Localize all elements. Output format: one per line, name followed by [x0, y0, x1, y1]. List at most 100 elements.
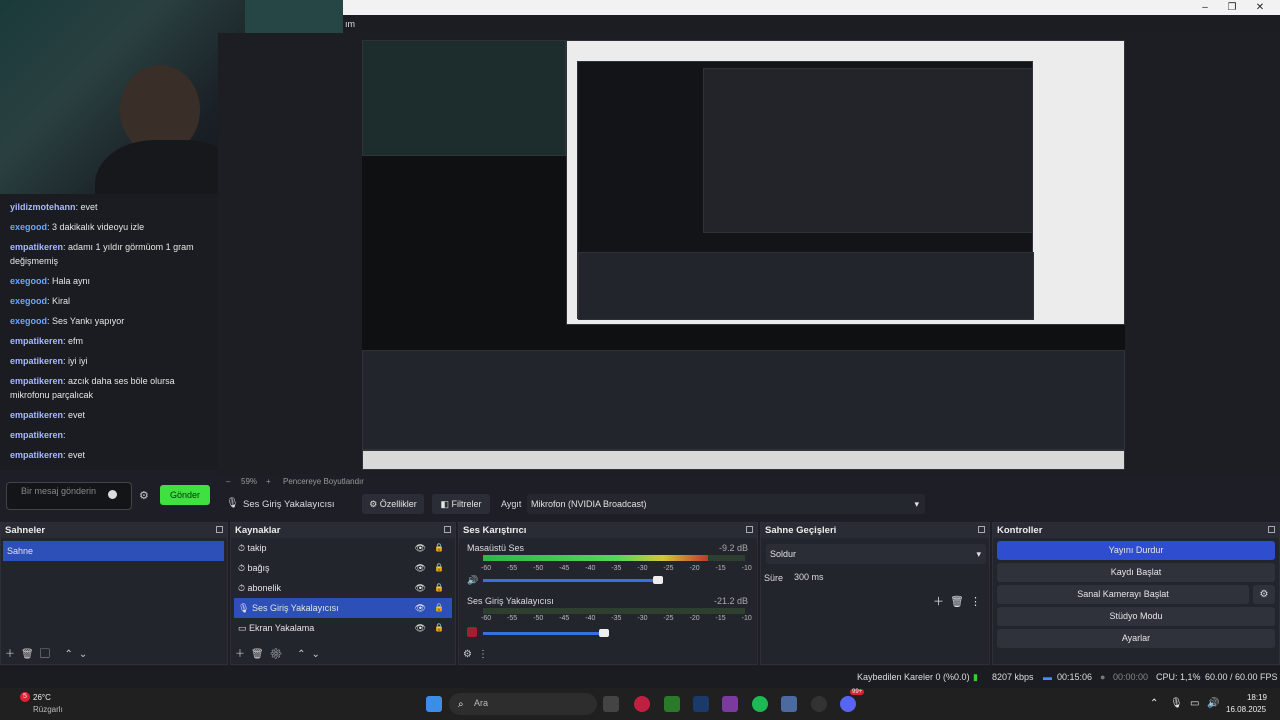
discord-icon[interactable] [840, 696, 856, 712]
windows-start-icon[interactable] [426, 696, 442, 712]
search-box[interactable]: Ara [449, 693, 597, 715]
menu-fragment[interactable]: ım [345, 19, 355, 29]
preview-canvas[interactable] [362, 40, 1125, 470]
source-item[interactable]: ⏱ takip 👁 🔒 [234, 538, 452, 558]
nested-screen-capture [566, 40, 1125, 325]
source-item[interactable]: ⏱ abonelik 👁 🔒 [234, 578, 452, 598]
properties-button[interactable]: ⚙ Özellikler [362, 494, 424, 514]
lock-icon[interactable]: 🔒 [434, 618, 444, 638]
filters-button[interactable]: ◧ Filtreler [432, 494, 490, 514]
volume-handle[interactable] [653, 576, 663, 584]
lock-icon[interactable]: 🔒 [434, 578, 444, 598]
spotify-icon[interactable] [752, 696, 768, 712]
visibility-eye-icon[interactable]: 👁 [415, 558, 426, 578]
lock-icon[interactable]: 🔒 [434, 538, 444, 558]
dock-float-icon[interactable] [216, 526, 223, 533]
zoom-value: 59% [241, 477, 258, 486]
volume-handle[interactable] [599, 629, 609, 637]
source-label: abonelik [247, 583, 282, 593]
chat-message: empatikeren: evet [10, 450, 86, 460]
device-select[interactable]: Mikrofon (NVIDIA Broadcast) ▾ [527, 494, 925, 514]
muted-speaker-icon[interactable] [467, 627, 477, 637]
obs-icon[interactable] [811, 696, 827, 712]
dock-float-icon[interactable] [978, 526, 985, 533]
mixer-channel-name: Masaüstü Ses [467, 543, 525, 553]
volume-icon[interactable]: 🔊 [1207, 698, 1219, 709]
dock-float-icon[interactable] [746, 526, 753, 533]
settings-app-icon[interactable] [781, 696, 797, 712]
tray-chevron-icon[interactable]: ⌃ [1150, 698, 1158, 709]
visibility-eye-icon[interactable]: 👁 [415, 598, 426, 618]
chat-username[interactable]: empatikeren [10, 356, 63, 366]
chat-message: empatikeren: [10, 430, 66, 440]
chat-username[interactable]: exegood [10, 222, 47, 232]
minimize-button[interactable]: – [1195, 2, 1215, 13]
app-icon[interactable] [722, 696, 738, 712]
controls-title: Kontroller [993, 523, 1279, 538]
chat-message: exegood: Hala aynı [10, 276, 91, 286]
source-item[interactable]: ▭ Ekran Yakalama 👁 🔒 [234, 618, 452, 638]
zoom-minus-button[interactable]: – [226, 477, 230, 486]
chat-username[interactable]: empatikeren [10, 430, 63, 440]
lock-icon[interactable]: 🔒 [434, 558, 444, 578]
weather-desc[interactable]: Rüzgarlı [33, 705, 63, 714]
visibility-eye-icon[interactable]: 👁 [415, 578, 426, 598]
studio-mode-button[interactable]: Stüdyo Modu [997, 607, 1275, 626]
start-recording-button[interactable]: Kaydı Başlat [997, 563, 1275, 582]
volume-slider[interactable] [483, 579, 659, 582]
sources-title: Kaynaklar [231, 523, 455, 538]
close-button[interactable]: ✕ [1250, 2, 1270, 13]
mic-tray-icon[interactable]: 🎙 [1170, 698, 1183, 709]
chat-settings-icon[interactable]: ⚙ [139, 489, 149, 502]
scene-item[interactable]: Sahne [3, 541, 224, 561]
chat-username[interactable]: empatikeren [10, 410, 63, 420]
virtual-camera-settings-icon[interactable]: ⚙ [1253, 585, 1275, 604]
volume-slider[interactable] [483, 632, 605, 635]
fit-to-window-button[interactable]: Pencereye Boyutlandır [283, 477, 364, 486]
source-label: bağış [247, 563, 270, 573]
transition-select[interactable]: Soldur ▾ [766, 544, 986, 564]
chat-username[interactable]: yildizmotehann [10, 202, 76, 212]
file-explorer-icon[interactable] [603, 696, 619, 712]
start-virtual-camera-button[interactable]: Sanal Kamerayı Başlat [997, 585, 1249, 604]
opera-icon[interactable] [634, 696, 650, 712]
source-item[interactable]: 🎙 Ses Giriş Yakalayıcısı 👁 🔒 [234, 598, 452, 618]
settings-button[interactable]: Ayarlar [997, 629, 1275, 648]
duration-input[interactable]: 300 ms [791, 568, 987, 586]
properties-label: Özellikler [379, 499, 417, 509]
chat-username[interactable]: exegood [10, 276, 47, 286]
chat-username[interactable]: empatikeren [10, 376, 63, 386]
maximize-button[interactable]: ❐ [1222, 2, 1242, 13]
chat-username[interactable]: empatikeren [10, 336, 63, 346]
scenes-toolbar[interactable]: ＋🗑▢ ⌃⌄ [5, 645, 93, 660]
speaker-icon[interactable]: 🔊 [467, 575, 478, 586]
chat-username[interactable]: exegood [10, 316, 47, 326]
mixer-toolbar[interactable]: ⚙⋮ [463, 649, 494, 660]
clock-time[interactable]: 18:19 [1233, 693, 1267, 702]
clock-date[interactable]: 16.08.2025 [1226, 705, 1266, 714]
dock-float-icon[interactable] [444, 526, 451, 533]
nested-docks [578, 252, 1034, 320]
emoji-icon[interactable] [108, 490, 117, 499]
sources-toolbar[interactable]: ＋🗑⚙ ⌃⌄ [235, 645, 326, 660]
stop-stream-button[interactable]: Yayını Durdur [997, 541, 1275, 560]
weather-temp[interactable]: 26°C [33, 693, 51, 702]
source-item[interactable]: ⏱ bağış 👁 🔒 [234, 558, 452, 578]
steam-icon[interactable] [693, 696, 709, 712]
transition-toolbar[interactable]: ＋🗑⋮ [933, 593, 987, 609]
chat-text: evet [68, 410, 86, 420]
meter-ticks: -60 -55 -50 -45 -40 -35 -30 -25 -20 -15 … [481, 565, 794, 572]
nvidia-icon[interactable] [664, 696, 680, 712]
network-icon[interactable]: ▭ [1190, 698, 1199, 709]
visibility-eye-icon[interactable]: 👁 [415, 618, 426, 638]
send-button[interactable]: Gönder [160, 485, 210, 505]
chat-username[interactable]: empatikeren [10, 450, 63, 460]
chat-username[interactable]: empatikeren [10, 242, 63, 252]
zoom-plus-button[interactable]: + [266, 477, 271, 486]
chat-username[interactable]: exegood [10, 296, 47, 306]
lock-icon[interactable]: 🔒 [434, 598, 444, 618]
dock-float-icon[interactable] [1268, 526, 1275, 533]
visibility-eye-icon[interactable]: 👁 [415, 538, 426, 558]
chat-message: empatikeren: azcık daha ses böle olursa … [10, 376, 175, 400]
source-toolbar: 🎙 Ses Giriş Yakalayıcısı ⚙ Özellikler ◧ … [218, 492, 1280, 518]
